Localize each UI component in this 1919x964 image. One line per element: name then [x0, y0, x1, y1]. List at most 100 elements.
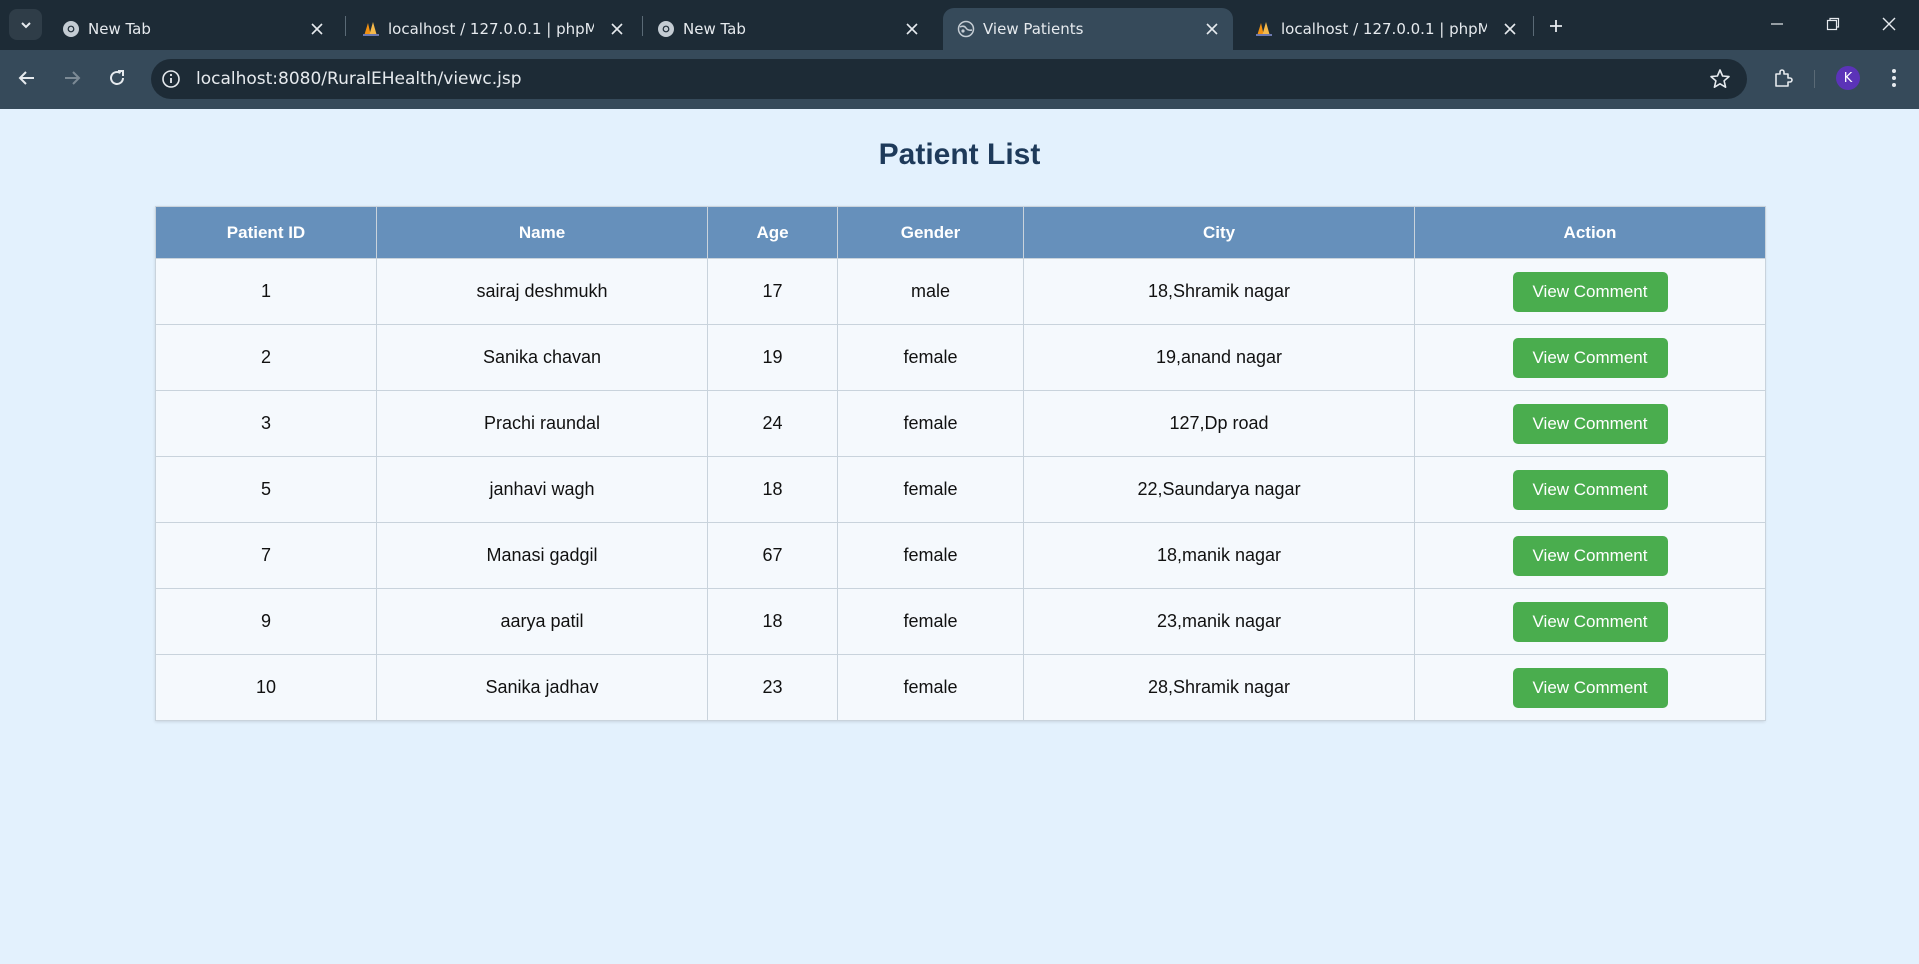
action-cell: View Comment	[1414, 654, 1766, 721]
table-header-row: Patient ID Name Age Gender City Action	[155, 206, 1766, 259]
patient-gender-cell: female	[837, 390, 1024, 457]
patient-city-cell: 18,manik nagar	[1023, 522, 1415, 589]
patient-age-cell: 19	[707, 324, 838, 391]
chrome-icon	[63, 21, 79, 37]
star-icon[interactable]	[1709, 68, 1731, 90]
browser-tab-0[interactable]: New Tab	[48, 8, 338, 50]
patient-id-cell: 2	[155, 324, 377, 391]
table-row: 5 janhavi wagh 18 female 22,Saundarya na…	[155, 456, 1766, 523]
patient-id-cell: 7	[155, 522, 377, 589]
patient-gender-cell: female	[837, 654, 1024, 721]
address-bar[interactable]: localhost:8080/RuralEHealth/viewc.jsp	[151, 59, 1747, 99]
patient-city-cell: 19,anand nagar	[1023, 324, 1415, 391]
table-row: 2 Sanika chavan 19 female 19,anand nagar…	[155, 324, 1766, 391]
tab-title: New Tab	[88, 20, 151, 38]
profile-avatar[interactable]: K	[1836, 66, 1860, 90]
patient-city-cell: 28,Shramik nagar	[1023, 654, 1415, 721]
table-row: 7 Manasi gadgil 67 female 18,manik nagar…	[155, 522, 1766, 589]
view-comment-button[interactable]: View Comment	[1512, 469, 1668, 510]
info-icon[interactable]	[161, 69, 181, 89]
patient-id-cell: 1	[155, 258, 377, 325]
patient-id-cell: 5	[155, 456, 377, 523]
minimize-button[interactable]	[1757, 8, 1797, 40]
new-tab-button[interactable]	[1543, 13, 1569, 39]
page-title: Patient List	[878, 138, 1041, 171]
plus-icon	[1550, 20, 1562, 32]
patient-name-cell: Sanika jadhav	[376, 654, 708, 721]
view-comment-button[interactable]: View Comment	[1512, 403, 1668, 444]
column-header-name: Name	[376, 206, 708, 259]
action-cell: View Comment	[1414, 390, 1766, 457]
patient-city-cell: 23,manik nagar	[1023, 588, 1415, 655]
minimize-icon	[1771, 23, 1783, 25]
table-row: 3 Prachi raundal 24 female 127,Dp road V…	[155, 390, 1766, 457]
patient-age-cell: 24	[707, 390, 838, 457]
patient-name-cell: aarya patil	[376, 588, 708, 655]
extensions-button[interactable]	[1767, 62, 1799, 94]
browser-menu-button[interactable]	[1880, 62, 1908, 94]
action-cell: View Comment	[1414, 456, 1766, 523]
browser-toolbar: localhost:8080/RuralEHealth/viewc.jsp K	[0, 50, 1919, 109]
tab-separator	[345, 16, 346, 36]
close-window-button[interactable]	[1869, 8, 1909, 40]
close-icon[interactable]	[608, 20, 626, 38]
tab-search-button[interactable]	[9, 9, 42, 40]
view-comment-button[interactable]: View Comment	[1512, 667, 1668, 708]
patient-gender-cell: female	[837, 522, 1024, 589]
patient-gender-cell: female	[837, 588, 1024, 655]
action-cell: View Comment	[1414, 588, 1766, 655]
patient-id-cell: 3	[155, 390, 377, 457]
patient-name-cell: sairaj deshmukh	[376, 258, 708, 325]
close-icon[interactable]	[1203, 20, 1221, 38]
column-header-gender: Gender	[837, 206, 1024, 259]
browser-tab-3[interactable]: View Patients	[943, 8, 1233, 50]
arrow-left-icon	[18, 71, 34, 85]
view-comment-button[interactable]: View Comment	[1512, 535, 1668, 576]
action-cell: View Comment	[1414, 258, 1766, 325]
tab-separator	[1533, 16, 1534, 36]
toolbar-divider	[1814, 70, 1815, 88]
patient-table-container: Patient ID Name Age Gender City Action 1…	[155, 206, 1766, 721]
reload-icon	[110, 70, 124, 85]
action-cell: View Comment	[1414, 522, 1766, 589]
chrome-icon	[658, 21, 674, 37]
patient-table: Patient ID Name Age Gender City Action 1…	[155, 206, 1766, 721]
tab-title: localhost / 127.0.0.1 | phpMyAdmin	[388, 20, 594, 38]
action-cell: View Comment	[1414, 324, 1766, 391]
browser-tab-1[interactable]: localhost / 127.0.0.1 | phpMyAdmin	[348, 8, 638, 50]
phpmyadmin-icon	[363, 22, 379, 36]
reload-button[interactable]	[101, 62, 133, 94]
puzzle-icon	[1775, 69, 1793, 87]
globe-icon	[957, 20, 975, 38]
forward-button[interactable]	[56, 62, 88, 94]
tab-strip: New Tab localhost / 127.0.0.1 | phpMyAdm…	[0, 0, 1919, 50]
phpmyadmin-icon	[1256, 22, 1272, 36]
view-comment-button[interactable]: View Comment	[1512, 271, 1668, 312]
patient-age-cell: 17	[707, 258, 838, 325]
patient-city-cell: 22,Saundarya nagar	[1023, 456, 1415, 523]
browser-tab-2[interactable]: New Tab	[643, 8, 933, 50]
view-comment-button[interactable]: View Comment	[1512, 337, 1668, 378]
restore-button[interactable]	[1813, 8, 1853, 40]
tab-title: localhost / 127.0.0.1 | phpMyAdmin	[1281, 20, 1487, 38]
patient-gender-cell: female	[837, 456, 1024, 523]
view-comment-button[interactable]: View Comment	[1512, 601, 1668, 642]
close-icon	[1882, 17, 1896, 31]
close-icon[interactable]	[903, 20, 921, 38]
close-icon[interactable]	[1501, 20, 1519, 38]
patient-city-cell: 18,Shramik nagar	[1023, 258, 1415, 325]
patient-name-cell: Prachi raundal	[376, 390, 708, 457]
close-icon[interactable]	[308, 20, 326, 38]
url-text[interactable]: localhost:8080/RuralEHealth/viewc.jsp	[196, 69, 522, 89]
patient-age-cell: 23	[707, 654, 838, 721]
patient-name-cell: Manasi gadgil	[376, 522, 708, 589]
browser-tab-4[interactable]: localhost / 127.0.0.1 | phpMyAdmin	[1241, 8, 1531, 50]
patient-gender-cell: female	[837, 324, 1024, 391]
back-button[interactable]	[11, 62, 43, 94]
patient-age-cell: 18	[707, 456, 838, 523]
table-row: 9 aarya patil 18 female 23,manik nagar V…	[155, 588, 1766, 655]
patient-name-cell: Sanika chavan	[376, 324, 708, 391]
patient-gender-cell: male	[837, 258, 1024, 325]
restore-icon	[1826, 17, 1840, 31]
table-row: 1 sairaj deshmukh 17 male 18,Shramik nag…	[155, 258, 1766, 325]
